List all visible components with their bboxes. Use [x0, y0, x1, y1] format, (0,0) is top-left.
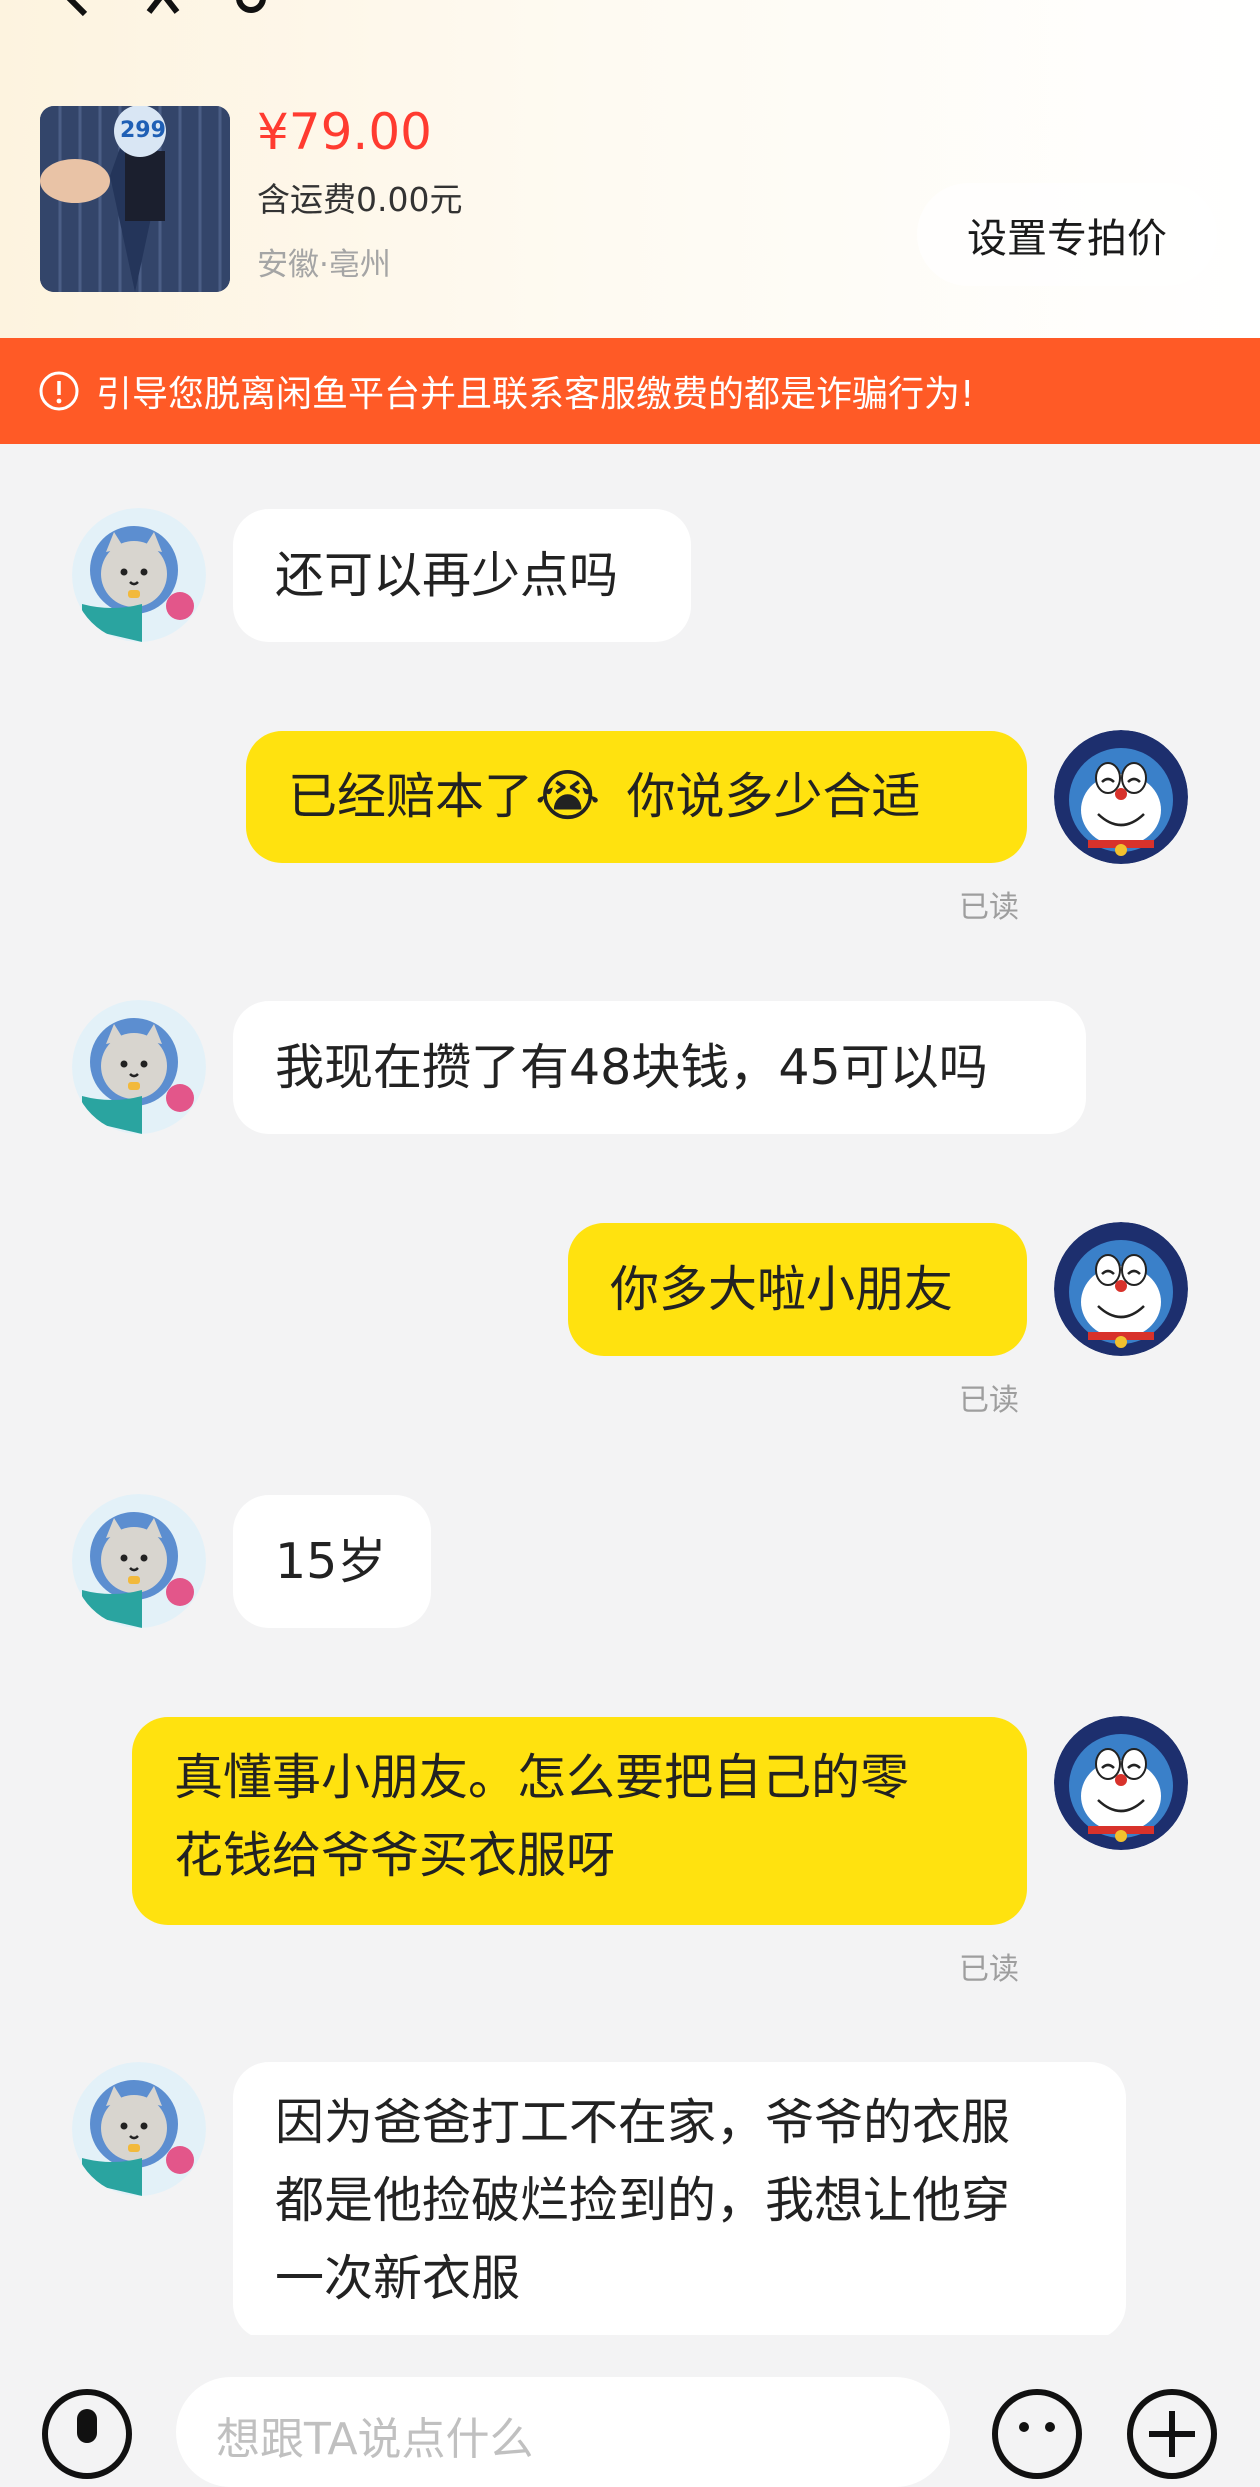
message-text-line: 都是他捡破烂捡到的，我想让他穿: [275, 2172, 1011, 2229]
message-text-line: 真懂事小朋友。怎么要把自己的零: [174, 1749, 910, 1806]
outgoing-message-bubble[interactable]: 你多大啦小朋友: [568, 1223, 1027, 1356]
top-toolbar: [55, 0, 271, 18]
warning-text: 引导您脱离闲鱼平台并且联系客服缴费的都是诈骗行为!: [96, 374, 975, 415]
read-receipt: 已读: [959, 1952, 1019, 1987]
input-placeholder: 想跟TA说点什么: [216, 2414, 534, 2465]
outgoing-message-bubble[interactable]: 真懂事小朋友。怎么要把自己的零 花钱给爷爷买衣服呀: [132, 1717, 1027, 1925]
fraud-warning-banner: 引导您脱离闲鱼平台并且联系客服缴费的都是诈骗行为!: [0, 338, 1260, 444]
buyer-avatar[interactable]: [72, 1494, 206, 1628]
message-text: 你多大啦小朋友: [610, 1260, 954, 1318]
message-text: 还可以再少点吗: [275, 546, 619, 604]
voice-icon[interactable]: [40, 2387, 134, 2481]
message-text: 你说多少合适: [626, 768, 921, 825]
product-thumb-tag: 299: [120, 118, 166, 143]
product-header: 299 ¥79.00 含运费0.00元 安徽·亳州 设置专拍价: [0, 0, 1260, 338]
buyer-avatar[interactable]: [72, 1000, 206, 1134]
warning-icon: [39, 371, 79, 411]
back-icon[interactable]: [55, 0, 95, 18]
incoming-message-bubble[interactable]: 15岁: [233, 1495, 431, 1628]
shipping-fee: 含运费0.00元: [257, 180, 463, 219]
message-text: 我现在攒了有48块钱，45可以吗: [275, 1038, 988, 1096]
product-location: 安徽·亳州: [257, 247, 391, 283]
incoming-message-bubble[interactable]: 还可以再少点吗: [233, 509, 691, 642]
message-text-line: 一次新衣服: [275, 2250, 521, 2307]
message-text-line: 因为爸爸打工不在家，爷爷的衣服: [275, 2094, 1011, 2151]
plus-icon[interactable]: [1125, 2387, 1219, 2481]
read-receipt: 已读: [959, 1383, 1019, 1418]
emoji-icon[interactable]: [990, 2387, 1084, 2481]
buyer-avatar[interactable]: [72, 2062, 206, 2196]
incoming-message-bubble[interactable]: 我现在攒了有48块钱，45可以吗: [233, 1001, 1086, 1134]
more-icon[interactable]: [231, 0, 271, 18]
incoming-message-bubble[interactable]: 因为爸爸打工不在家，爷爷的衣服 都是他捡破烂捡到的，我想让他穿 一次新衣服: [233, 2062, 1126, 2340]
seller-avatar[interactable]: [1054, 1222, 1188, 1356]
set-special-price-button[interactable]: 设置专拍价: [917, 183, 1217, 286]
product-thumbnail[interactable]: 299: [40, 106, 230, 292]
read-receipt: 已读: [959, 890, 1019, 925]
buyer-avatar[interactable]: [72, 508, 206, 642]
product-price: ¥79.00: [257, 103, 432, 161]
seller-avatar[interactable]: [1054, 730, 1188, 864]
crying-emoji-icon: 😭: [535, 764, 601, 829]
chat-input-bar: 想跟TA说点什么: [0, 2335, 1260, 2487]
message-text: 已经赔本了: [288, 768, 534, 825]
message-text-line: 花钱给爷爷买衣服呀: [174, 1827, 616, 1884]
message-text: 15岁: [275, 1532, 387, 1590]
message-input[interactable]: 想跟TA说点什么: [176, 2377, 950, 2487]
outgoing-message-bubble[interactable]: 已经赔本了 😭 你说多少合适: [246, 731, 1027, 863]
seller-avatar[interactable]: [1054, 1716, 1188, 1850]
close-icon[interactable]: [143, 0, 183, 18]
